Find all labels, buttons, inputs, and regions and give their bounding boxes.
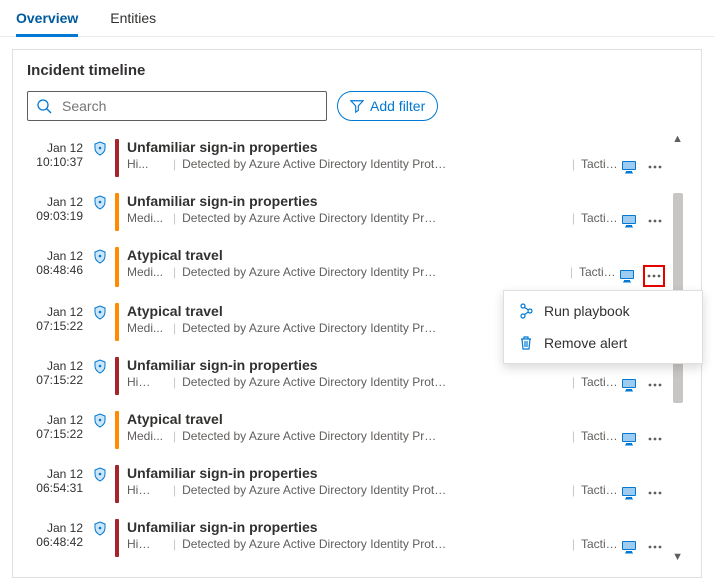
menu-remove-alert-label: Remove alert — [544, 335, 627, 351]
more-actions-button[interactable] — [645, 375, 665, 395]
severity-bar — [115, 411, 119, 449]
host-icon — [619, 268, 635, 284]
alert-title: Atypical travel — [127, 411, 621, 427]
severity-text: Hi… — [127, 537, 167, 551]
scroll-up-arrow[interactable]: ▲ — [672, 133, 683, 145]
tactics: Tacti… — [581, 157, 621, 171]
severity-text: Medi... — [127, 429, 167, 443]
filter-icon — [350, 99, 364, 113]
row-content: Unfamiliar sign-in propertiesHi...|Detec… — [127, 139, 621, 177]
tab-bar: Overview Entities — [0, 0, 714, 37]
scroll-down-arrow[interactable]: ▼ — [672, 551, 683, 563]
timeline-row[interactable]: Jan 1210:10:37 Unfamiliar sign-in propert… — [27, 131, 665, 185]
host-icon — [621, 539, 637, 555]
severity-bar — [115, 139, 119, 177]
severity-bar — [115, 247, 119, 287]
shield-icon — [89, 193, 111, 231]
timestamp: Jan 1207:15:22 — [27, 357, 89, 395]
tactics: Tacti… — [581, 483, 621, 497]
timestamp: Jan 1208:48:46 — [27, 247, 89, 287]
shield-icon — [89, 519, 111, 557]
search-icon — [36, 98, 52, 114]
menu-run-playbook-label: Run playbook — [544, 303, 630, 319]
severity-bar — [115, 303, 119, 341]
detected-by: Detected by Azure Active Directory Ident… — [182, 265, 564, 279]
shield-icon — [89, 303, 111, 341]
tactics: Tacti… — [581, 429, 621, 443]
row-content: Unfamiliar sign-in propertiesHi…|Detecte… — [127, 465, 621, 503]
tactics: Tacti… — [581, 211, 621, 225]
severity-bar — [115, 357, 119, 395]
tab-overview[interactable]: Overview — [16, 4, 78, 37]
timeline-row[interactable]: Jan 1207:15:22Atypical travelMedi...|Det… — [27, 403, 665, 457]
host-icon — [621, 377, 637, 393]
alert-title: Unfamiliar sign-in properties — [127, 465, 621, 481]
shield-icon — [89, 465, 111, 503]
severity-text: Medi... — [127, 265, 167, 279]
more-actions-button[interactable] — [643, 265, 665, 287]
more-actions-button[interactable] — [645, 211, 665, 231]
tactics: Tacti… — [581, 375, 621, 389]
section-title: Incident timeline — [27, 62, 687, 79]
shield-icon — [89, 411, 111, 449]
detected-by: Detected by Azure Active Directory Ident… — [182, 157, 566, 171]
shield-icon — [89, 139, 111, 177]
host-icon — [621, 485, 637, 501]
severity-bar — [115, 519, 119, 557]
timeline-row[interactable]: Jan 1208:48:46Atypical travelMedi...|Det… — [27, 239, 665, 295]
row-content: Atypical travelMedi...|Detected by Azure… — [127, 247, 619, 287]
shield-icon — [89, 357, 111, 395]
row-context-menu: Run playbook Remove alert — [503, 290, 703, 364]
tactics: Tacti… — [581, 537, 621, 551]
timestamp: Jan 1210:10:37 — [27, 139, 89, 177]
search-input[interactable] — [60, 97, 318, 115]
search-box[interactable] — [27, 91, 327, 121]
severity-text: Hi… — [127, 483, 167, 497]
add-filter-label: Add filter — [370, 98, 425, 114]
host-icon — [621, 431, 637, 447]
tactics: Tacti… — [579, 265, 619, 279]
playbook-icon — [518, 303, 534, 319]
row-content: Unfamiliar sign-in propertiesHi…|Detecte… — [127, 519, 621, 557]
row-content: Unfamiliar sign-in propertiesMedi...|Det… — [127, 193, 621, 231]
timeline-row[interactable]: Jan 1206:48:42 Unfamiliar sign-in propert… — [27, 511, 665, 565]
more-actions-button[interactable] — [645, 157, 665, 177]
alert-title: Unfamiliar sign-in properties — [127, 193, 621, 209]
timestamp: Jan 1207:15:22 — [27, 411, 89, 449]
host-icon — [621, 213, 637, 229]
timestamp: Jan 1206:48:42 — [27, 519, 89, 557]
alert-title: Unfamiliar sign-in properties — [127, 519, 621, 535]
timeline-row[interactable]: Jan 1206:54:31 Unfamiliar sign-in propert… — [27, 457, 665, 511]
severity-bar — [115, 193, 119, 231]
more-actions-button[interactable] — [645, 429, 665, 449]
timeline-row[interactable]: Jan 1209:03:19 Unfamiliar sign-in propert… — [27, 185, 665, 239]
more-actions-button[interactable] — [645, 483, 665, 503]
detected-by: Detected by Azure Active Directory Ident… — [182, 537, 566, 551]
detected-by: Detected by Azure Active Directory Ident… — [182, 211, 566, 225]
severity-text: Hi… — [127, 375, 167, 389]
menu-run-playbook[interactable]: Run playbook — [504, 295, 702, 327]
host-icon — [621, 159, 637, 175]
timestamp: Jan 1206:54:31 — [27, 465, 89, 503]
tab-entities[interactable]: Entities — [110, 4, 156, 36]
timestamp: Jan 1207:15:22 — [27, 303, 89, 341]
menu-remove-alert[interactable]: Remove alert — [504, 327, 702, 359]
trash-icon — [518, 335, 534, 351]
add-filter-button[interactable]: Add filter — [337, 91, 438, 121]
severity-text: Medi... — [127, 321, 167, 335]
shield-icon — [89, 247, 111, 287]
timestamp: Jan 1209:03:19 — [27, 193, 89, 231]
severity-text: Hi... — [127, 157, 167, 171]
detected-by: Detected by Azure Active Directory Ident… — [182, 429, 566, 443]
more-actions-button[interactable] — [645, 537, 665, 557]
alert-title: Atypical travel — [127, 247, 619, 263]
detected-by: Detected by Azure Active Directory Ident… — [182, 375, 566, 389]
alert-title: Unfamiliar sign-in properties — [127, 139, 621, 155]
severity-text: Medi... — [127, 211, 167, 225]
row-content: Atypical travelMedi...|Detected by Azure… — [127, 411, 621, 449]
detected-by: Detected by Azure Active Directory Ident… — [182, 483, 566, 497]
severity-bar — [115, 465, 119, 503]
